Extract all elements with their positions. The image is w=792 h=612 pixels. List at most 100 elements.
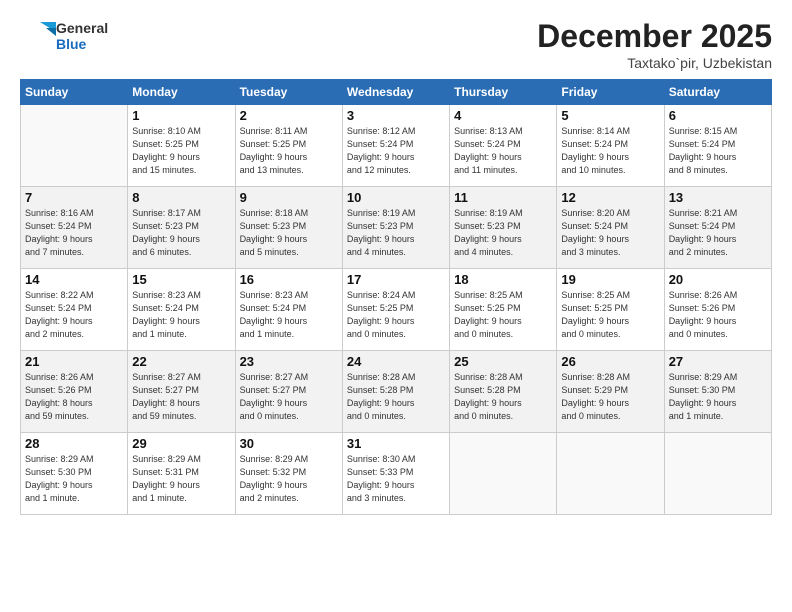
day-info: Sunrise: 8:29 AM Sunset: 5:31 PM Dayligh… bbox=[132, 453, 230, 505]
day-number: 2 bbox=[240, 108, 338, 123]
table-row: 10 Sunrise: 8:19 AM Sunset: 5:23 PM Dayli… bbox=[342, 187, 449, 269]
table-row: 14 Sunrise: 8:22 AM Sunset: 5:24 PM Dayli… bbox=[21, 269, 128, 351]
day-number: 17 bbox=[347, 272, 445, 287]
day-number: 29 bbox=[132, 436, 230, 451]
table-row: 8 Sunrise: 8:17 AM Sunset: 5:23 PM Daylig… bbox=[128, 187, 235, 269]
day-info: Sunrise: 8:16 AM Sunset: 5:24 PM Dayligh… bbox=[25, 207, 123, 259]
table-row: 2 Sunrise: 8:11 AM Sunset: 5:25 PM Daylig… bbox=[235, 105, 342, 187]
header-row: Sunday Monday Tuesday Wednesday Thursday… bbox=[21, 80, 772, 105]
table-row: 25 Sunrise: 8:28 AM Sunset: 5:28 PM Dayli… bbox=[450, 351, 557, 433]
col-monday: Monday bbox=[128, 80, 235, 105]
day-number: 14 bbox=[25, 272, 123, 287]
day-number: 6 bbox=[669, 108, 767, 123]
calendar-week-row: 1 Sunrise: 8:10 AM Sunset: 5:25 PM Daylig… bbox=[21, 105, 772, 187]
table-row: 29 Sunrise: 8:29 AM Sunset: 5:31 PM Dayli… bbox=[128, 433, 235, 515]
table-row: 18 Sunrise: 8:25 AM Sunset: 5:25 PM Dayli… bbox=[450, 269, 557, 351]
day-info: Sunrise: 8:10 AM Sunset: 5:25 PM Dayligh… bbox=[132, 125, 230, 177]
month-title: December 2025 bbox=[537, 18, 772, 55]
day-info: Sunrise: 8:22 AM Sunset: 5:24 PM Dayligh… bbox=[25, 289, 123, 341]
table-row: 31Sunrise: 8:30 AM Sunset: 5:33 PM Dayli… bbox=[342, 433, 449, 515]
day-number: 13 bbox=[669, 190, 767, 205]
table-row: 5 Sunrise: 8:14 AM Sunset: 5:24 PM Daylig… bbox=[557, 105, 664, 187]
day-number: 18 bbox=[454, 272, 552, 287]
day-info: Sunrise: 8:28 AM Sunset: 5:28 PM Dayligh… bbox=[347, 371, 445, 423]
day-number: 15 bbox=[132, 272, 230, 287]
day-number: 10 bbox=[347, 190, 445, 205]
day-info: Sunrise: 8:27 AM Sunset: 5:27 PM Dayligh… bbox=[132, 371, 230, 423]
day-info: Sunrise: 8:28 AM Sunset: 5:28 PM Dayligh… bbox=[454, 371, 552, 423]
col-sunday: Sunday bbox=[21, 80, 128, 105]
day-info: Sunrise: 8:25 AM Sunset: 5:25 PM Dayligh… bbox=[454, 289, 552, 341]
calendar: Sunday Monday Tuesday Wednesday Thursday… bbox=[20, 79, 772, 515]
day-number: 23 bbox=[240, 354, 338, 369]
day-number: 4 bbox=[454, 108, 552, 123]
day-info: Sunrise: 8:12 AM Sunset: 5:24 PM Dayligh… bbox=[347, 125, 445, 177]
day-info: Sunrise: 8:11 AM Sunset: 5:25 PM Dayligh… bbox=[240, 125, 338, 177]
day-info: Sunrise: 8:14 AM Sunset: 5:24 PM Dayligh… bbox=[561, 125, 659, 177]
table-row: 23 Sunrise: 8:27 AM Sunset: 5:27 PM Dayli… bbox=[235, 351, 342, 433]
day-info: Sunrise: 8:20 AM Sunset: 5:24 PM Dayligh… bbox=[561, 207, 659, 259]
col-thursday: Thursday bbox=[450, 80, 557, 105]
col-saturday: Saturday bbox=[664, 80, 771, 105]
calendar-week-row: 14 Sunrise: 8:22 AM Sunset: 5:24 PM Dayli… bbox=[21, 269, 772, 351]
day-number: 11 bbox=[454, 190, 552, 205]
day-info: Sunrise: 8:21 AM Sunset: 5:24 PM Dayligh… bbox=[669, 207, 767, 259]
day-info: Sunrise: 8:17 AM Sunset: 5:23 PM Dayligh… bbox=[132, 207, 230, 259]
logo: General Blue bbox=[20, 18, 108, 54]
day-number: 27 bbox=[669, 354, 767, 369]
table-row: 28Sunrise: 8:29 AM Sunset: 5:30 PM Dayli… bbox=[21, 433, 128, 515]
table-row: 15Sunrise: 8:23 AM Sunset: 5:24 PM Dayli… bbox=[128, 269, 235, 351]
day-number: 7 bbox=[25, 190, 123, 205]
day-info: Sunrise: 8:13 AM Sunset: 5:24 PM Dayligh… bbox=[454, 125, 552, 177]
calendar-week-row: 7 Sunrise: 8:16 AM Sunset: 5:24 PM Daylig… bbox=[21, 187, 772, 269]
table-row bbox=[664, 433, 771, 515]
day-number: 9 bbox=[240, 190, 338, 205]
header: General Blue December 2025 Taxtako`pir, … bbox=[20, 18, 772, 71]
col-wednesday: Wednesday bbox=[342, 80, 449, 105]
table-row: 3 Sunrise: 8:12 AM Sunset: 5:24 PM Daylig… bbox=[342, 105, 449, 187]
table-row: 1 Sunrise: 8:10 AM Sunset: 5:25 PM Daylig… bbox=[128, 105, 235, 187]
table-row: 17 Sunrise: 8:24 AM Sunset: 5:25 PM Dayli… bbox=[342, 269, 449, 351]
table-row: 26 Sunrise: 8:28 AM Sunset: 5:29 PM Dayli… bbox=[557, 351, 664, 433]
day-info: Sunrise: 8:27 AM Sunset: 5:27 PM Dayligh… bbox=[240, 371, 338, 423]
day-info: Sunrise: 8:24 AM Sunset: 5:25 PM Dayligh… bbox=[347, 289, 445, 341]
table-row: 7 Sunrise: 8:16 AM Sunset: 5:24 PM Daylig… bbox=[21, 187, 128, 269]
table-row: 30 Sunrise: 8:29 AM Sunset: 5:32 PM Dayli… bbox=[235, 433, 342, 515]
day-number: 1 bbox=[132, 108, 230, 123]
calendar-week-row: 28Sunrise: 8:29 AM Sunset: 5:30 PM Dayli… bbox=[21, 433, 772, 515]
day-number: 26 bbox=[561, 354, 659, 369]
table-row bbox=[450, 433, 557, 515]
day-number: 12 bbox=[561, 190, 659, 205]
table-row: 16 Sunrise: 8:23 AM Sunset: 5:24 PM Dayli… bbox=[235, 269, 342, 351]
day-info: Sunrise: 8:29 AM Sunset: 5:32 PM Dayligh… bbox=[240, 453, 338, 505]
day-number: 16 bbox=[240, 272, 338, 287]
table-row: 13 Sunrise: 8:21 AM Sunset: 5:24 PM Dayli… bbox=[664, 187, 771, 269]
day-info: Sunrise: 8:25 AM Sunset: 5:25 PM Dayligh… bbox=[561, 289, 659, 341]
day-info: Sunrise: 8:19 AM Sunset: 5:23 PM Dayligh… bbox=[347, 207, 445, 259]
day-info: Sunrise: 8:23 AM Sunset: 5:24 PM Dayligh… bbox=[240, 289, 338, 341]
day-info: Sunrise: 8:28 AM Sunset: 5:29 PM Dayligh… bbox=[561, 371, 659, 423]
day-info: Sunrise: 8:26 AM Sunset: 5:26 PM Dayligh… bbox=[669, 289, 767, 341]
table-row: 6Sunrise: 8:15 AM Sunset: 5:24 PM Daylig… bbox=[664, 105, 771, 187]
table-row: 12 Sunrise: 8:20 AM Sunset: 5:24 PM Dayli… bbox=[557, 187, 664, 269]
day-number: 3 bbox=[347, 108, 445, 123]
day-info: Sunrise: 8:29 AM Sunset: 5:30 PM Dayligh… bbox=[669, 371, 767, 423]
day-number: 24 bbox=[347, 354, 445, 369]
day-number: 28 bbox=[25, 436, 123, 451]
page: General Blue December 2025 Taxtako`pir, … bbox=[0, 0, 792, 612]
table-row: 11Sunrise: 8:19 AM Sunset: 5:23 PM Dayli… bbox=[450, 187, 557, 269]
col-tuesday: Tuesday bbox=[235, 80, 342, 105]
day-number: 22 bbox=[132, 354, 230, 369]
day-number: 8 bbox=[132, 190, 230, 205]
location: Taxtako`pir, Uzbekistan bbox=[537, 55, 772, 71]
table-row bbox=[557, 433, 664, 515]
title-block: December 2025 Taxtako`pir, Uzbekistan bbox=[537, 18, 772, 71]
day-number: 30 bbox=[240, 436, 338, 451]
day-number: 5 bbox=[561, 108, 659, 123]
table-row: 21Sunrise: 8:26 AM Sunset: 5:26 PM Dayli… bbox=[21, 351, 128, 433]
day-number: 25 bbox=[454, 354, 552, 369]
day-number: 19 bbox=[561, 272, 659, 287]
table-row bbox=[21, 105, 128, 187]
day-info: Sunrise: 8:18 AM Sunset: 5:23 PM Dayligh… bbox=[240, 207, 338, 259]
day-info: Sunrise: 8:30 AM Sunset: 5:33 PM Dayligh… bbox=[347, 453, 445, 505]
